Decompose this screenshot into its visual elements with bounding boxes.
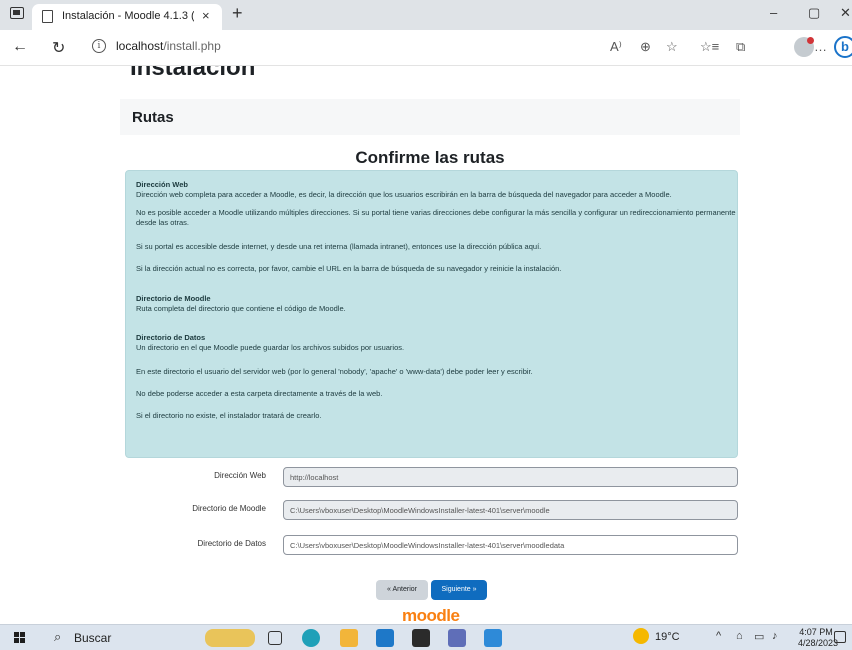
maximize-icon[interactable]: ▢ [808, 5, 820, 21]
new-tab-icon[interactable]: + [232, 3, 243, 24]
notification-dot [807, 37, 814, 44]
task-view-icon[interactable] [268, 631, 282, 645]
moodle-logo: moodle [402, 606, 460, 624]
page-content: Instalación Rutas Confirme las rutas Dir… [0, 66, 852, 624]
address-bar-row: ← ↻ i localhost/install.php A⁾ ⊕ ☆ ☆≡ ⧉ … [0, 30, 852, 66]
bing-icon[interactable]: b [834, 36, 852, 58]
mail-icon[interactable] [376, 629, 394, 647]
web-heading: Dirección Web [136, 180, 188, 189]
clock-time: 4:07 PM [799, 627, 833, 637]
volume-icon[interactable]: ♪ [772, 630, 778, 642]
data-dir-label: Directorio de Datos [197, 539, 266, 548]
data-p1: En este directorio el usuario del servid… [136, 367, 533, 376]
web-desc: Dirección web completa para acceder a Mo… [136, 190, 672, 199]
tray-chevron-icon[interactable]: ^ [716, 630, 721, 642]
data-heading: Directorio de Datos [136, 333, 206, 342]
clock[interactable]: 4:07 PM 4/28/2023 [798, 627, 839, 649]
web-address-input[interactable]: http://localhost [283, 467, 738, 487]
weather-temp[interactable]: 19°C [655, 631, 680, 643]
more-options-icon[interactable]: … [814, 39, 827, 54]
data-dir-input[interactable]: C:\Users\vboxuser\Desktop\MoodleWindowsI… [283, 535, 738, 555]
web-p1: No es posible acceder a Moodle utilizand… [136, 208, 736, 227]
confirm-title: Confirme las rutas [355, 148, 505, 167]
clock-date: 4/28/2023 [798, 638, 839, 648]
weather-icon[interactable] [633, 628, 649, 644]
next-button[interactable]: Siguiente » [431, 580, 487, 600]
favorites-list-icon[interactable]: ☆≡ [700, 39, 719, 55]
collections-icon[interactable]: ⧉ [736, 39, 745, 55]
edge-icon[interactable] [302, 629, 320, 647]
dir-desc: Ruta completa del directorio que contien… [136, 304, 346, 313]
data-p3: Si el directorio no existe, el instalado… [136, 411, 322, 420]
app-icon[interactable] [448, 629, 466, 647]
page-icon [42, 10, 53, 23]
network-icon[interactable]: ⌂ [736, 630, 743, 642]
search-icon[interactable]: ⌕ [54, 629, 61, 645]
info-panel: Dirección Web Dirección web completa par… [125, 170, 738, 458]
terminal-icon[interactable] [412, 629, 430, 647]
data-p2: No debe poderse acceder a esta carpeta d… [136, 389, 383, 398]
taskbar: ⌕ Buscar 19°C ^ ⌂ ▭ ♪ 4:07 PM 4/28/2023 [0, 624, 852, 650]
site-info-icon[interactable]: i [92, 39, 106, 53]
close-window-icon[interactable]: ✕ [840, 5, 851, 21]
file-explorer-icon[interactable] [340, 629, 358, 647]
tab-title: Instalación - Moodle 4.1.3 (Build: [62, 10, 194, 22]
tab-actions-icon[interactable] [10, 7, 24, 19]
favorite-star-icon[interactable]: ☆ [666, 39, 678, 55]
section-title: Rutas [132, 109, 174, 126]
url-text: localhost/install.php [116, 39, 221, 53]
read-aloud-icon[interactable]: A⁾ [610, 39, 622, 55]
refresh-icon[interactable]: ↻ [52, 38, 65, 58]
widgets-icon[interactable] [205, 629, 255, 647]
battery-icon[interactable]: ▭ [754, 630, 764, 643]
taskbar-search-label[interactable]: Buscar [74, 631, 111, 645]
notifications-icon[interactable] [834, 631, 846, 643]
browser-tab-active[interactable]: Instalación - Moodle 4.1.3 (Build: × [32, 4, 222, 30]
photos-icon[interactable] [484, 629, 502, 647]
moodle-dir-label: Directorio de Moodle [192, 504, 266, 513]
data-desc: Un directorio en el que Moodle puede gua… [136, 343, 405, 352]
zoom-icon[interactable]: ⊕ [640, 39, 651, 55]
windows-start-icon[interactable] [14, 632, 26, 644]
dir-heading: Directorio de Moodle [136, 294, 211, 303]
section-header: Rutas [120, 99, 740, 135]
back-arrow-icon[interactable]: ← [12, 38, 28, 56]
web-p3: Si la dirección actual no es correcta, p… [136, 264, 562, 273]
page-heading: Instalación [130, 66, 256, 81]
browser-tab-bar: Instalación - Moodle 4.1.3 (Build: × + –… [0, 0, 852, 30]
web-p2: Si su portal es accesible desde internet… [136, 242, 542, 251]
minimize-icon[interactable]: – [770, 5, 777, 20]
web-address-label: Dirección Web [214, 471, 266, 480]
moodle-dir-input[interactable]: C:\Users\vboxuser\Desktop\MoodleWindowsI… [283, 500, 738, 520]
previous-button[interactable]: « Anterior [376, 580, 428, 600]
url-field[interactable]: i localhost/install.php [88, 35, 692, 59]
tab-close-icon[interactable]: × [202, 8, 210, 23]
